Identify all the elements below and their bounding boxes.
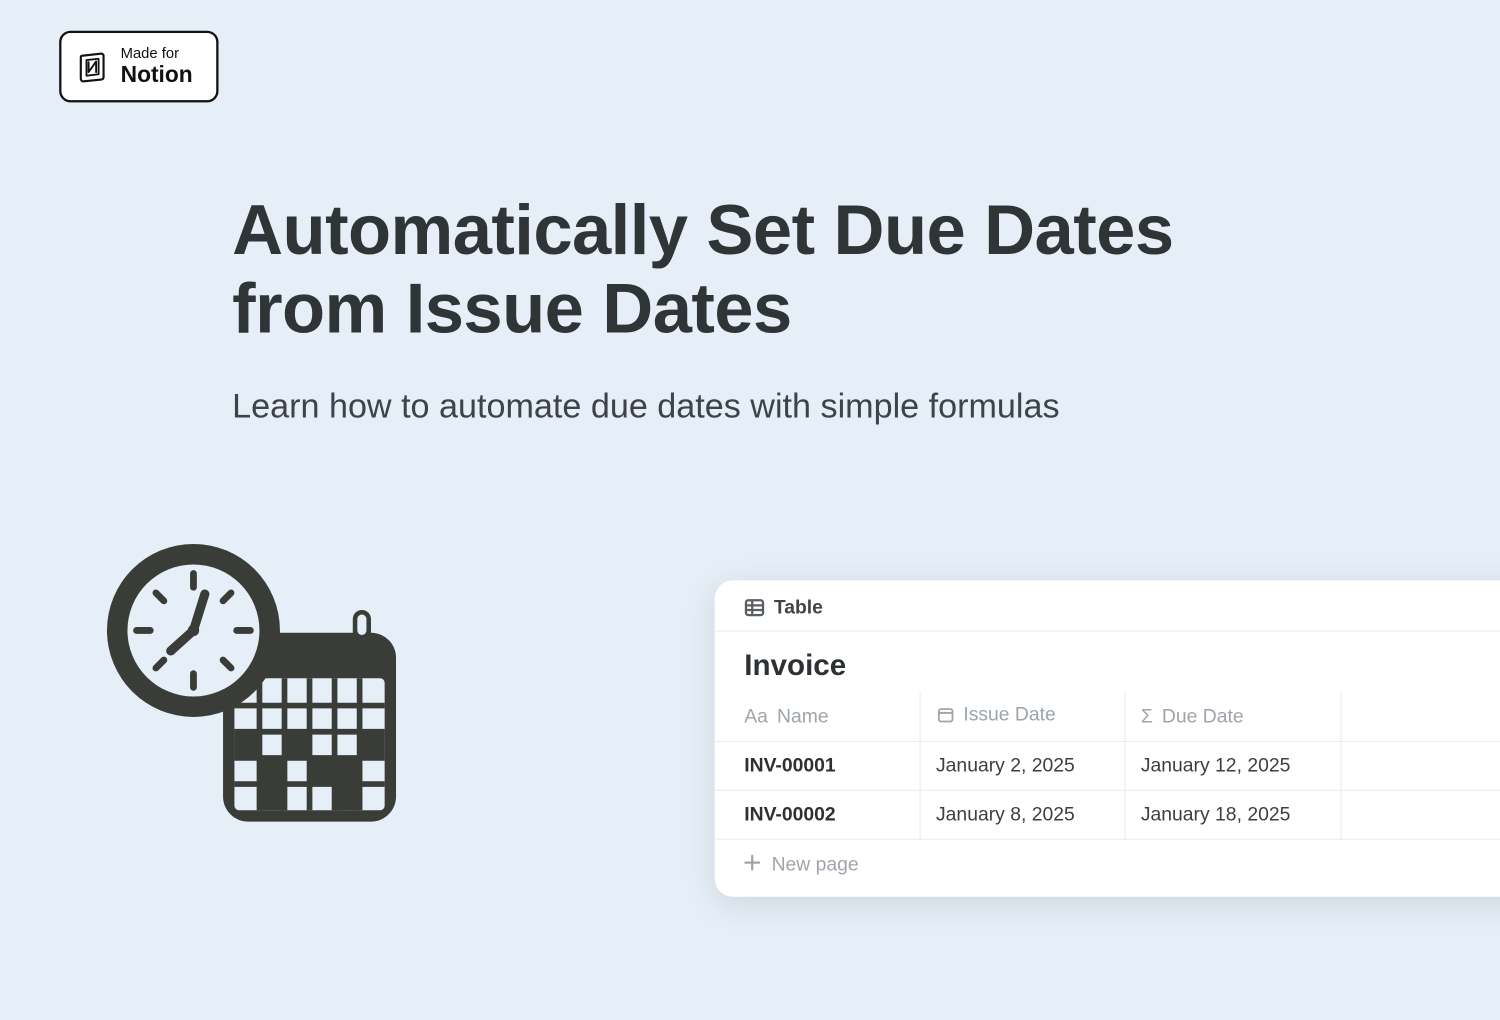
notion-logo-icon: [75, 50, 109, 84]
date-property-icon: [936, 706, 954, 724]
table-tab[interactable]: Table: [774, 596, 823, 619]
column-header-empty[interactable]: [1341, 692, 1500, 742]
column-issue-label: Issue Date: [963, 703, 1055, 726]
new-page-label: New page: [772, 854, 859, 877]
cell-due-date[interactable]: January 12, 2025: [1124, 741, 1340, 790]
title-property-icon: Aa: [744, 705, 768, 728]
column-name-label: Name: [777, 705, 829, 728]
formula-property-icon: Σ: [1141, 705, 1153, 728]
table-row[interactable]: INV-00001 January 2, 2025 January 12, 20…: [715, 741, 1500, 790]
page-subtitle: Learn how to automate due dates with sim…: [232, 388, 1256, 427]
cell-issue-date[interactable]: January 8, 2025: [920, 790, 1125, 839]
page-title: Automatically Set Due Dates from Issue D…: [232, 191, 1256, 349]
database-title[interactable]: Invoice: [715, 632, 1500, 692]
plus-icon: [744, 854, 760, 877]
invoice-table: Aa Name Issue Date: [715, 692, 1500, 840]
clock-calendar-illustration: [93, 539, 416, 845]
cell-empty[interactable]: [1341, 790, 1500, 839]
column-header-due-date[interactable]: Σ Due Date: [1124, 692, 1340, 742]
cell-name[interactable]: INV-00002: [715, 790, 920, 839]
made-for-notion-badge: Made for Notion: [59, 31, 218, 103]
column-due-label: Due Date: [1162, 705, 1244, 728]
badge-made-for-label: Made for: [121, 46, 193, 62]
badge-notion-label: Notion: [121, 62, 193, 87]
cell-name[interactable]: INV-00001: [715, 741, 920, 790]
table-view-icon: [744, 597, 764, 617]
new-page-button[interactable]: New page: [715, 840, 1500, 897]
cell-empty[interactable]: [1341, 741, 1500, 790]
cell-due-date[interactable]: January 18, 2025: [1124, 790, 1340, 839]
table-row[interactable]: INV-00002 January 8, 2025 January 18, 20…: [715, 790, 1500, 839]
notion-table-card: Table Invoice Aa Name: [715, 580, 1500, 896]
cell-issue-date[interactable]: January 2, 2025: [920, 741, 1125, 790]
column-header-issue-date[interactable]: Issue Date: [920, 692, 1125, 742]
column-header-name[interactable]: Aa Name: [715, 692, 920, 742]
